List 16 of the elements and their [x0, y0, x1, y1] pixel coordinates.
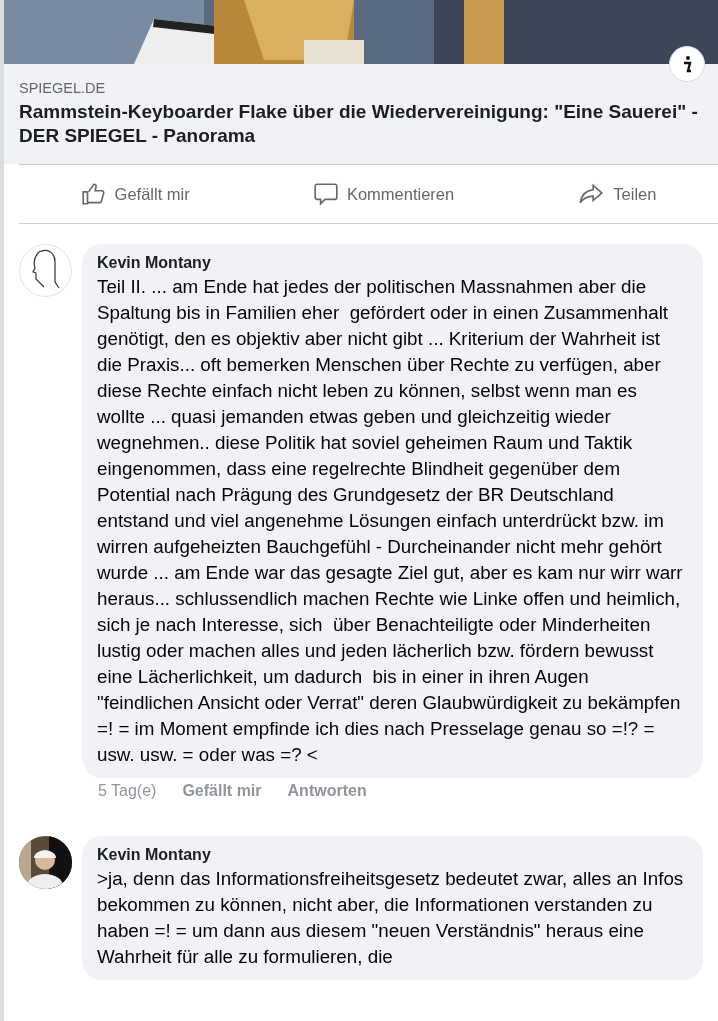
- thumbs-up-icon: [80, 181, 107, 207]
- comment-time: 5 Tag(e): [98, 782, 157, 800]
- comment-button[interactable]: Kommentieren: [306, 180, 461, 208]
- comment-author[interactable]: Kevin Montany: [97, 254, 687, 272]
- like-link[interactable]: Gefällt mir: [182, 782, 262, 800]
- link-title[interactable]: Rammstein-Keyboarder Flake über die Wiedervereinigung: "Eine Sauerei" - DER SPIEGEL - Panorama: [19, 100, 703, 148]
- like-button[interactable]: Gefällt mir: [74, 180, 196, 208]
- share-button[interactable]: Teilen: [571, 180, 663, 208]
- comment-author[interactable]: Kevin Montany: [97, 846, 687, 864]
- speech-bubble-icon: [312, 181, 339, 207]
- sketch-avatar: [19, 244, 72, 297]
- link-source: SPIEGEL.DE: [19, 80, 107, 96]
- comment-text: >ja, denn das Informationsfreiheitsgesetz bedeutet zwar, alles an Infos bekommen zu können, nicht aber, die Informationen verstanden zu haben =! = um dann aus diesem "neuen Verständnis" heraus eine Wahrheit für alle zu formulieren, die: [97, 867, 685, 969]
- info-button[interactable]: [669, 46, 705, 82]
- comment-text: Teil II. ... am Ende hat jedes der politischen Massnahmen aber die Spaltung bis in Familien eher gefördert oder in einen Zusammenhalt genötigt, den es objektiv aber nicht gibt ... Kriterium der Wahrheit ist die Praxis... oft bemerken Menschen über Rechte zu verfügen, aber diese Rechte einfach nicht leben zu können, selbst wenn man es wollte ... quasi jemanden etwas geben und gleichzeitig wieder wegnehmen.. diese Politik hat soviel geheimen Raum und Taktik eingenommen, dass eine regelrechte Blindheit gegenüber dem Potential nach Prägung des Grundgesetz der BR Deutschland entstand und viel angenehme Lösungen einfach unterdrückt bzw. im wirren aufgeheizten Bauchgefühl - Durcheinander nicht mehr gehört wurde ... am Ende war das gesagte Ziel gut, aber es kam nur wirr warr heraus... schlussendlich machen Rechte wie Linke offen und heimlich, sich je nach Interesse, sich über Benachteiligte oder Minderheiten lustig oder machen alles und jeden lächerlich bzw. fördern bewusst eine Lächerlichkeit, um dadurch bis in einer in ihren Augen "feindlichen Ansicht oder Verrat" deren Glaubwürdigkeit zu bekämpfen =! = im Moment empfinde ich dies nach Presselage genau so =!? = usw. usw. = oder was =? <: [97, 275, 684, 767]
- reply-link[interactable]: Antworten: [287, 782, 367, 800]
